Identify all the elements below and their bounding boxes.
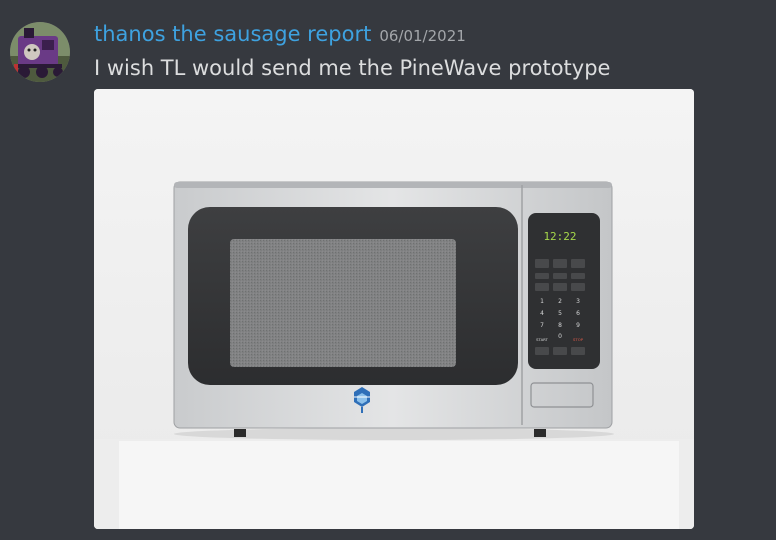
- key-7: 7: [540, 322, 544, 329]
- key-9: 9: [576, 322, 580, 329]
- key-0: 0: [558, 333, 562, 340]
- microwave-photo: 12:22 1 2 3 4 5 6 7 8 9 0 START STOP: [94, 89, 694, 529]
- clock-display: 12:22: [543, 230, 576, 243]
- key-2: 2: [558, 298, 562, 305]
- user-avatar[interactable]: [10, 22, 70, 82]
- microwave-body: 12:22 1 2 3 4 5 6 7 8 9 0 START STOP: [173, 181, 613, 437]
- key-5: 5: [558, 310, 562, 317]
- key-6: 6: [576, 310, 580, 317]
- key-1: 1: [540, 298, 544, 305]
- message-header: thanos the sausage report 06/01/2021: [94, 22, 466, 46]
- key-3: 3: [576, 298, 580, 305]
- username[interactable]: thanos the sausage report: [94, 22, 371, 46]
- key-4: 4: [540, 310, 544, 317]
- timestamp: 06/01/2021: [379, 27, 466, 45]
- start-key: START: [536, 337, 548, 342]
- chat-message: thanos the sausage report 06/01/2021 I wi…: [0, 0, 776, 540]
- message-content: I wish TL would send me the PineWave pro…: [94, 56, 611, 80]
- key-8: 8: [558, 322, 562, 329]
- train-engine-avatar-icon: [10, 22, 70, 82]
- image-attachment[interactable]: 12:22 1 2 3 4 5 6 7 8 9 0 START STOP: [94, 89, 694, 529]
- stop-key: STOP: [573, 337, 584, 342]
